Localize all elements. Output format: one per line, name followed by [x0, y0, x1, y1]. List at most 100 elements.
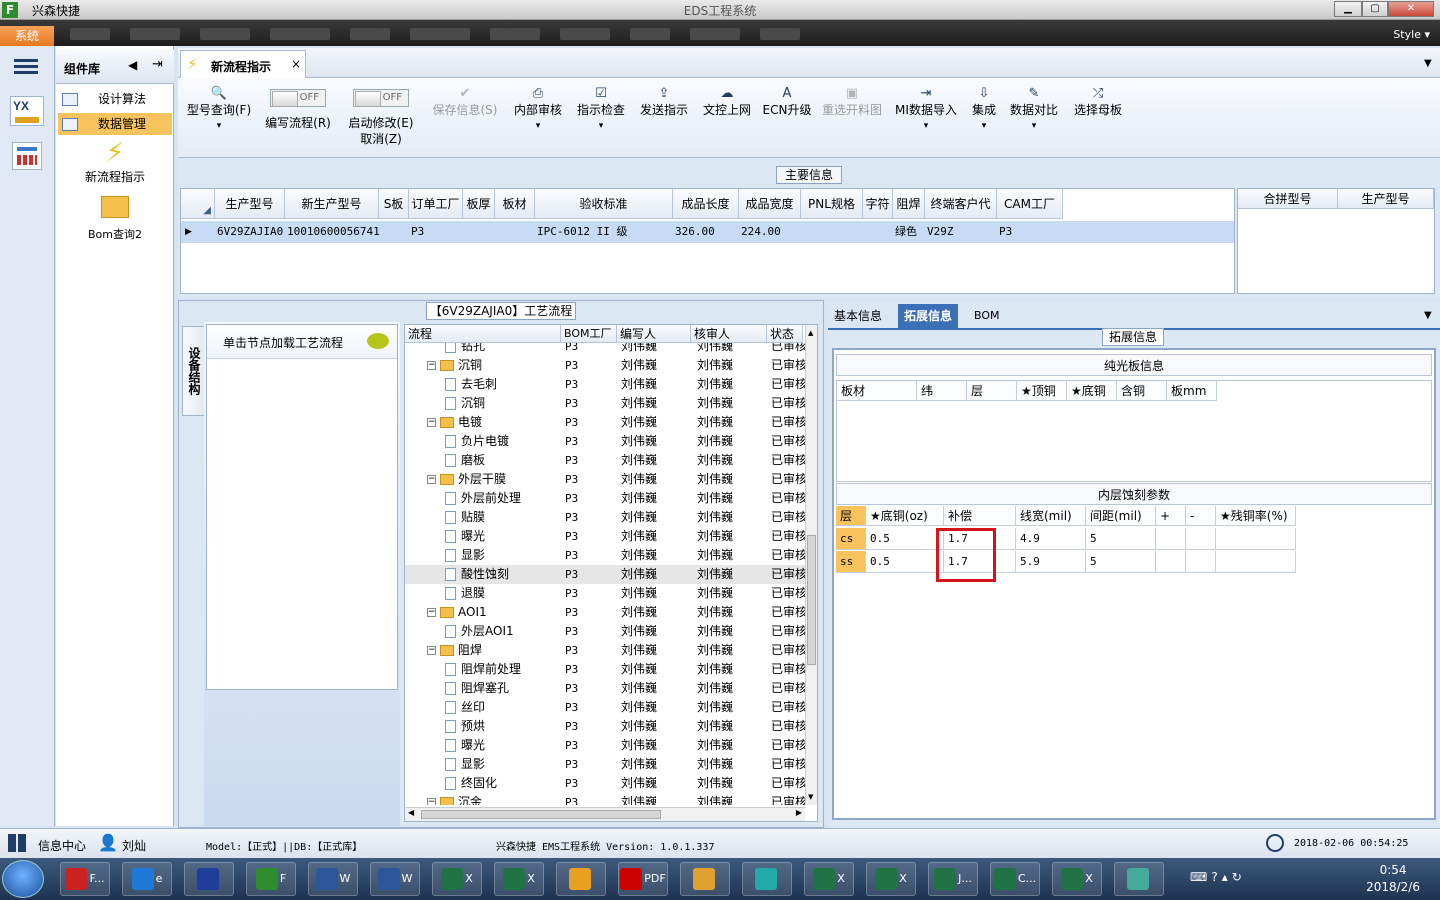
taskbar-app-excel-icon[interactable]: X [432, 862, 482, 896]
scroll-right-icon[interactable]: ▶ [796, 808, 802, 817]
table-cell[interactable]: 绿色 [895, 221, 925, 243]
reselect-cutting-drawing-button[interactable]: ▣ 重选开料图 [820, 84, 884, 118]
collapse-icon[interactable]: − [427, 475, 436, 484]
sidebar-big-item-bom-query[interactable]: Bom查询2 [58, 196, 172, 242]
menu-item-blurred[interactable] [70, 28, 110, 40]
table-cell[interactable]: P3 [411, 221, 463, 243]
tree-row[interactable]: 磨板 P3 刘伟巍 刘伟巍 已审核 [405, 451, 805, 470]
info-center-link[interactable]: 信息中心 [38, 837, 86, 854]
sidebar-item-design-algorithm[interactable]: 设计算法 [58, 88, 172, 110]
tab-extended-info[interactable]: 拓展信息 [898, 304, 959, 328]
column-header[interactable]: S板 [379, 189, 409, 219]
taskbar-app-excel-icon[interactable]: X [804, 862, 854, 896]
column-header-bom-factory[interactable]: BOM工厂 [561, 325, 617, 343]
taskbar-clock[interactable]: 0:54 2018/2/6 [1366, 862, 1420, 896]
table-cell[interactable] [465, 221, 495, 243]
table-cell[interactable]: 5.9 [1016, 551, 1086, 573]
column-header[interactable]: 板材 [837, 381, 917, 401]
tree-row[interactable]: 退膜 P3 刘伟巍 刘伟巍 已审核 [405, 584, 805, 603]
column-header[interactable]: 字符 [863, 189, 893, 219]
column-header[interactable]: 板厚 [463, 189, 495, 219]
tree-row[interactable]: 曝光 P3 刘伟巍 刘伟巍 已审核 [405, 527, 805, 546]
tree-row[interactable]: 显影 P3 刘伟巍 刘伟巍 已审核 [405, 546, 805, 565]
table-cell[interactable]: 10010600056741 [287, 221, 379, 243]
tree-row[interactable]: 外层前处理 P3 刘伟巍 刘伟巍 已审核 [405, 489, 805, 508]
column-header[interactable]: CAM工厂 [997, 189, 1063, 219]
table-cell[interactable] [497, 221, 535, 243]
menu-item-blurred[interactable] [760, 28, 800, 40]
chevron-down-icon[interactable]: ▼ [1424, 310, 1432, 321]
scroll-up-icon[interactable]: ▲ [808, 329, 813, 337]
scrollbar-thumb[interactable] [807, 535, 816, 665]
taskbar-app-paint-icon[interactable] [556, 862, 606, 896]
style-menu[interactable]: Style ▾ [1393, 28, 1430, 41]
tree-row[interactable]: 酸性蚀刻 P3 刘伟巍 刘伟巍 已审核 [405, 565, 805, 584]
taskbar-app-pdf-icon[interactable]: PDF [618, 862, 668, 896]
menu-item-blurred[interactable] [200, 28, 250, 40]
taskbar-app-excel-icon[interactable]: C... [990, 862, 1040, 896]
column-header[interactable]: 终端客户代码 [925, 189, 997, 241]
menu-item-blurred[interactable] [270, 28, 330, 40]
collapse-icon[interactable]: − [427, 646, 436, 655]
mi-data-import-button[interactable]: ⇥ MI数据导入 ▾ [892, 84, 960, 134]
close-icon[interactable]: × [291, 57, 301, 71]
table-cell[interactable]: IPC-6012 II 级 [537, 221, 673, 243]
yx-factory-icon[interactable]: YX [10, 96, 44, 126]
table-cell[interactable]: V29Z [927, 221, 997, 243]
column-header[interactable]: + [1156, 506, 1186, 526]
menu-item-blurred[interactable] [630, 28, 670, 40]
column-header-production-model[interactable]: 生产型号 [1338, 189, 1434, 209]
table-cell[interactable] [381, 221, 409, 243]
dock-pin-icon[interactable]: ⇥ [152, 57, 163, 72]
taskbar-app-eds-app-icon[interactable]: F [246, 862, 296, 896]
taskbar-app-eye-icon[interactable] [742, 862, 792, 896]
table-cell[interactable] [803, 221, 863, 243]
column-header[interactable]: 含铜 [1117, 381, 1167, 401]
write-process-toggle[interactable]: OFF 编写流程(R) [260, 88, 336, 131]
hamburger-menu-icon[interactable] [14, 56, 38, 76]
column-header[interactable]: 层 [836, 506, 866, 526]
taskbar-app-excel-icon[interactable]: J... [928, 862, 978, 896]
start-modify-toggle[interactable]: OFF 启动修改(E) 取消(Z) [344, 88, 418, 147]
column-header[interactable]: 间距(mil) [1086, 506, 1156, 526]
minimize-button[interactable]: ▁ [1334, 1, 1362, 17]
internal-review-button[interactable]: ⎙ 内部审核 ▾ [510, 84, 566, 134]
column-header-reviewer[interactable]: 核审人 [691, 325, 767, 343]
taskbar-app-excel-icon[interactable]: X [866, 862, 916, 896]
table-cell[interactable]: P3 [999, 221, 1063, 243]
column-header[interactable]: ★顶铜 [1017, 381, 1067, 401]
taskbar-app-word-icon[interactable]: W [308, 862, 358, 896]
column-header[interactable]: 纬 [917, 381, 967, 401]
column-header[interactable]: 成品长度 [673, 189, 739, 219]
tab-equipment-structure[interactable]: 设备结构 [182, 326, 204, 416]
table-cell[interactable]: 326.00 [675, 221, 739, 243]
tab-list-dropdown-icon[interactable]: ▼ [1424, 58, 1432, 69]
tree-row[interactable]: 钻孔 P3 刘伟巍 刘伟巍 已审核 [405, 343, 805, 356]
column-header-status[interactable]: 状态 [767, 325, 803, 343]
doc-control-upload-button[interactable]: ☁ 文控上网 [698, 84, 756, 118]
tray-icons[interactable]: ⌨?▴↻ [1190, 870, 1270, 888]
collapse-icon[interactable]: − [427, 361, 436, 370]
tab-new-process[interactable]: ⚡ 新流程指示 × [180, 50, 306, 78]
menu-item-blurred[interactable] [410, 28, 470, 40]
column-header-combined-model[interactable]: 合拼型号 [1238, 189, 1338, 209]
collapse-icon[interactable]: − [427, 798, 436, 805]
menu-item-blurred[interactable] [130, 28, 180, 40]
toggle-switch[interactable]: OFF [353, 89, 409, 107]
tree-row[interactable]: 阻焊前处理 P3 刘伟巍 刘伟巍 已审核 [405, 660, 805, 679]
tree-row[interactable]: 终固化 P3 刘伟巍 刘伟巍 已审核 [405, 774, 805, 793]
column-header[interactable]: 阻焊 [893, 189, 925, 219]
table-cell[interactable]: 224.00 [741, 221, 801, 243]
column-header[interactable]: 验收标准 [535, 189, 673, 219]
table-cell[interactable]: 5 [1086, 528, 1156, 550]
tree-row[interactable]: 丝印 P3 刘伟巍 刘伟巍 已审核 [405, 698, 805, 717]
taskbar-app-save-icon[interactable] [184, 862, 234, 896]
maximize-button[interactable]: ▢ [1362, 1, 1388, 17]
instruction-check-button[interactable]: ☑ 指示检查 ▾ [574, 84, 628, 134]
tab-basic-info[interactable]: 基本信息 [828, 304, 888, 328]
column-header[interactable]: ★底铜 [1067, 381, 1117, 401]
taskbar-app-network-icon[interactable] [1114, 862, 1164, 896]
ecn-upgrade-button[interactable]: A ECN升级 [762, 84, 812, 118]
tree-row[interactable]: − 电镀 P3 刘伟巍 刘伟巍 已审核 [405, 413, 805, 432]
scroll-left-icon[interactable]: ◀ [408, 808, 414, 817]
